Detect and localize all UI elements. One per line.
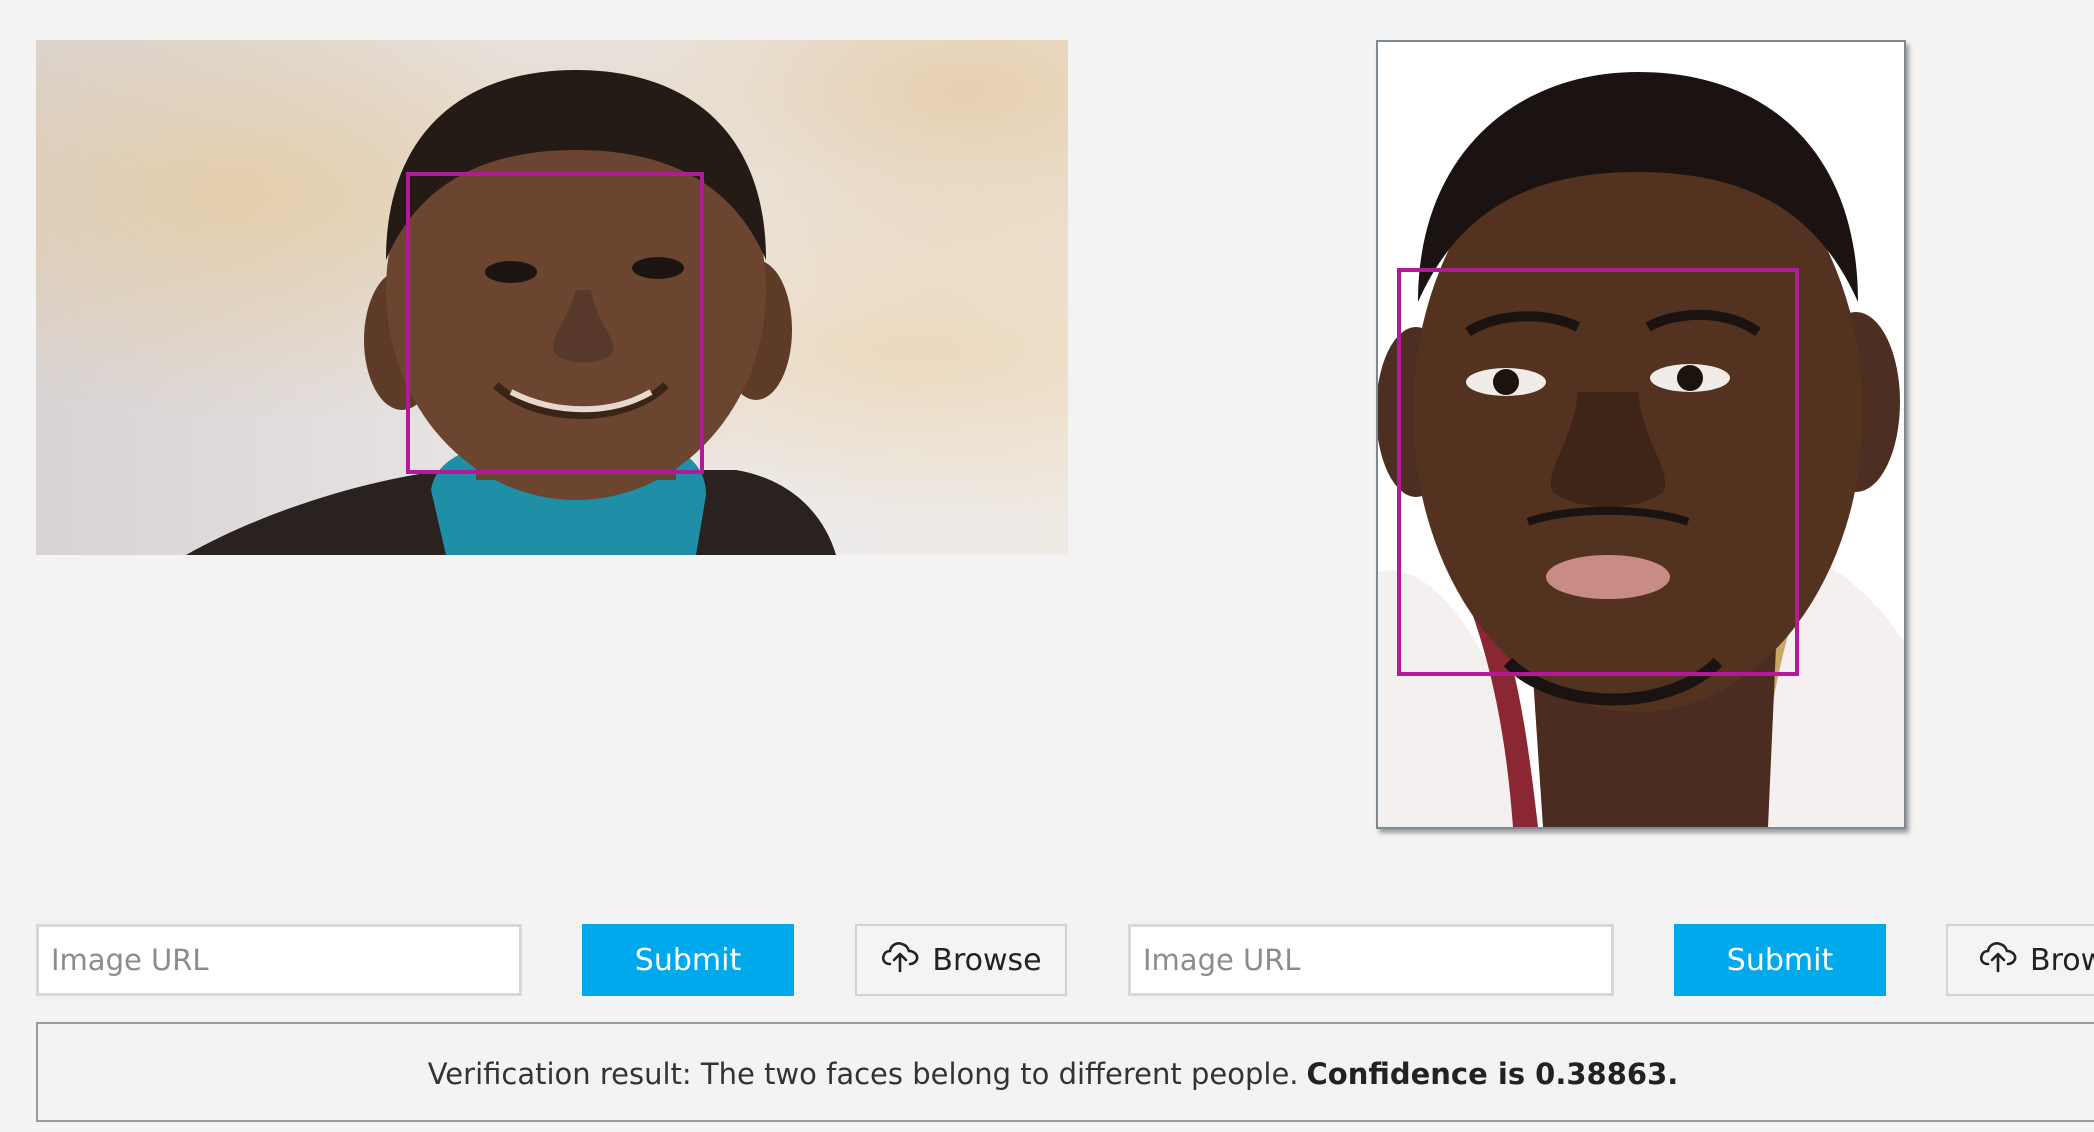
right-submit-button[interactable]: Submit [1674, 924, 1886, 996]
verification-result-text: Verification result: The two faces belon… [38, 1024, 2068, 1124]
browse-label: Browse [932, 942, 1042, 978]
left-browse-button[interactable]: Browse [855, 924, 1067, 996]
left-face-image [36, 40, 1068, 555]
right-face-detection-box [1397, 268, 1799, 676]
browse-label: Brow [2030, 942, 2094, 978]
result-message: Verification result: The two faces belon… [427, 1057, 1299, 1091]
verification-result-panel: Verification result: The two faces belon… [36, 1022, 2094, 1122]
cloud-upload-icon [1978, 938, 2018, 982]
right-image-url-input[interactable] [1128, 924, 1614, 996]
cloud-upload-icon [880, 938, 920, 982]
left-face-detection-box [406, 172, 704, 474]
right-face-image [1376, 40, 1906, 829]
left-image-url-input[interactable] [36, 924, 522, 996]
left-submit-button[interactable]: Submit [582, 924, 794, 996]
right-browse-button[interactable]: Brow [1946, 924, 2094, 996]
face-verification-page: Submit Browse Submit Brow Verification r… [0, 0, 2094, 1132]
result-confidence: Confidence is 0.38863. [1306, 1057, 1679, 1091]
